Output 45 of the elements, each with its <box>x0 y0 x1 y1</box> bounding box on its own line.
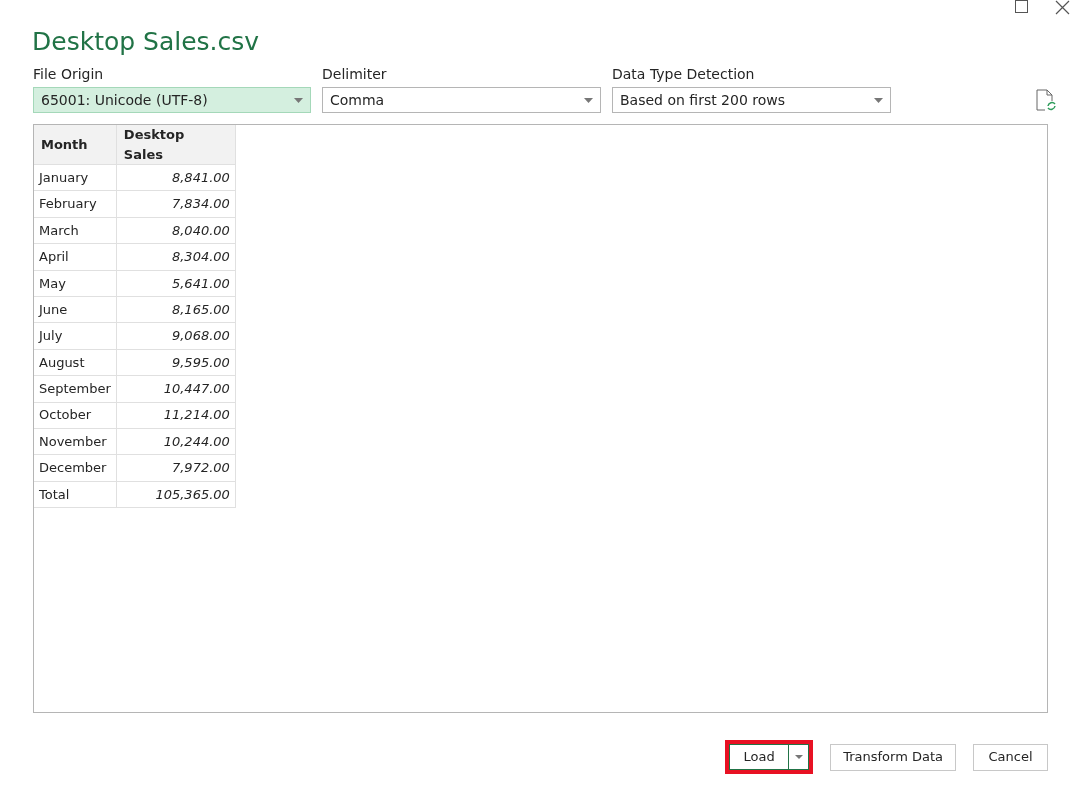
table-cell: 7,834.00 <box>116 190 236 218</box>
table-cell: February <box>34 190 117 218</box>
column-header: Month <box>34 125 117 165</box>
table-cell: 105,365.00 <box>116 481 236 508</box>
table-cell: 5,641.00 <box>116 270 236 297</box>
table-cell: November <box>34 428 117 455</box>
table-cell: September <box>34 375 117 402</box>
caret-icon[interactable] <box>794 755 803 759</box>
field-label: File Origin <box>33 65 105 83</box>
caret-icon <box>294 97 303 103</box>
dialog-button[interactable]: Cancel <box>973 743 1048 771</box>
table-cell: 8,304.00 <box>116 243 236 271</box>
table-cell: 9,595.00 <box>116 349 236 376</box>
table-cell: April <box>34 243 117 271</box>
table-cell: 8,165.00 <box>116 296 236 323</box>
maximize-icon[interactable] <box>1015 0 1029 14</box>
caret-icon <box>874 97 883 103</box>
table-cell: 9,068.00 <box>116 322 236 350</box>
close-icon[interactable] <box>1055 0 1070 15</box>
table-cell: 8,841.00 <box>116 164 236 191</box>
table-cell: January <box>34 164 117 191</box>
table-cell: July <box>34 322 117 350</box>
table-cell: 7,972.00 <box>116 454 236 482</box>
table-cell: Total <box>34 481 117 508</box>
dropdown[interactable]: Comma <box>322 87 601 113</box>
field-label: Delimiter <box>322 65 388 83</box>
caret-icon <box>584 97 593 103</box>
table-cell: 11,214.00 <box>116 402 236 429</box>
dialog-button[interactable]: Transform Data <box>830 743 956 771</box>
table-cell: 10,447.00 <box>116 375 236 402</box>
table-cell: 8,040.00 <box>116 217 236 244</box>
table-cell: June <box>34 296 117 323</box>
refresh-document-icon[interactable] <box>1036 89 1056 111</box>
table-cell: August <box>34 349 117 376</box>
table-cell: 10,244.00 <box>116 428 236 455</box>
table-cell: March <box>34 217 117 244</box>
table-cell: October <box>34 402 117 429</box>
load-split-button[interactable]: Load <box>729 744 810 770</box>
window-title: Desktop Sales.csv <box>32 26 260 58</box>
dropdown[interactable]: Based on first 200 rows <box>612 87 891 113</box>
column-header: Desktop Sales <box>116 125 236 165</box>
dropdown[interactable]: 65001: Unicode (UTF-8) <box>33 87 311 113</box>
table-cell: December <box>34 454 117 482</box>
field-label: Data Type Detection <box>612 65 756 83</box>
table-cell: May <box>34 270 117 297</box>
